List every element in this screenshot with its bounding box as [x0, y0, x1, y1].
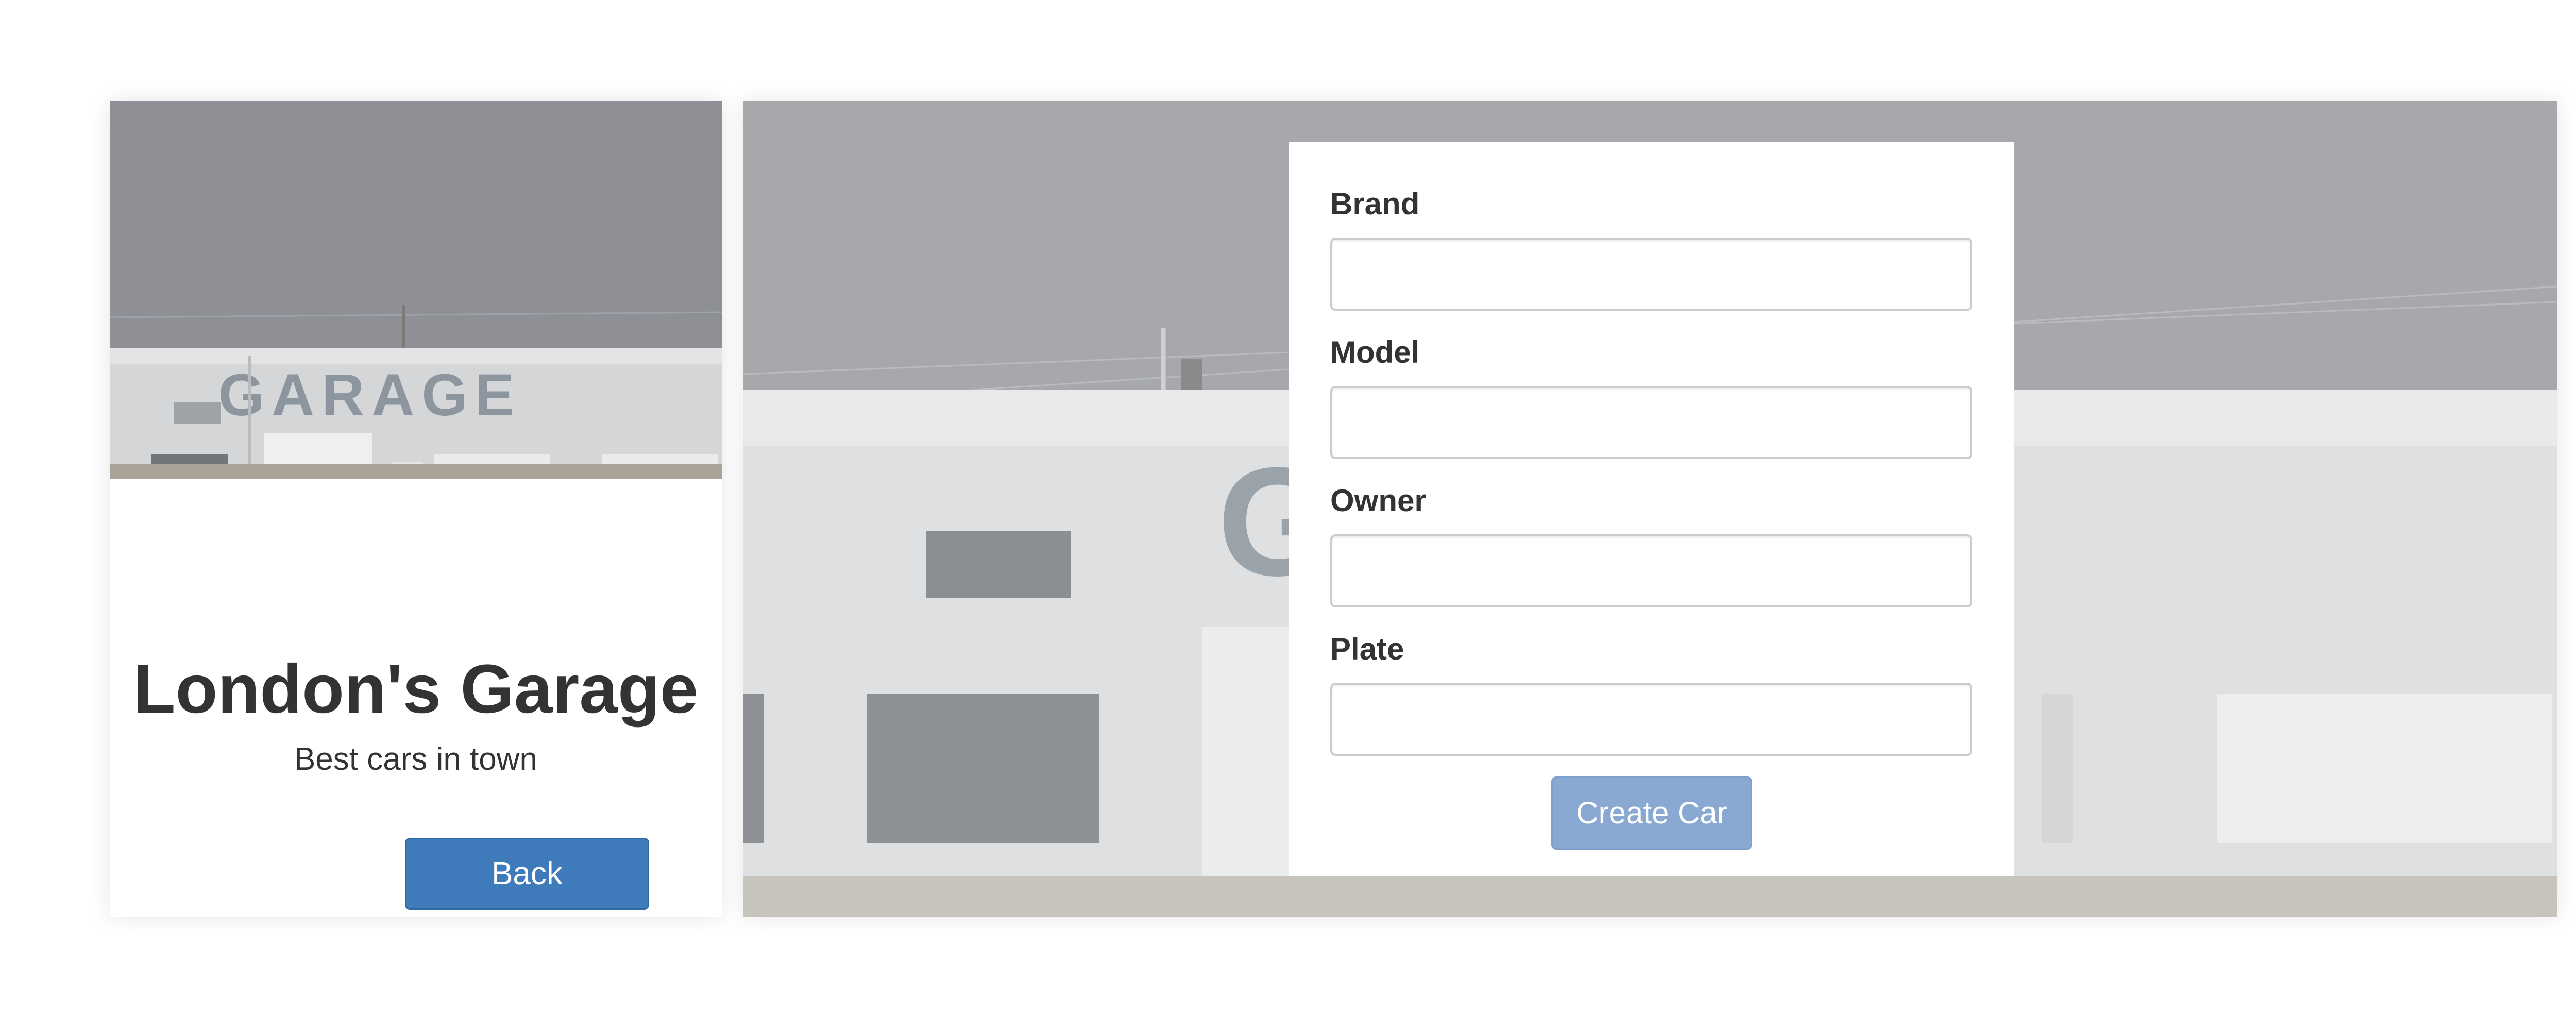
model-input[interactable] — [1330, 386, 1972, 459]
back-button[interactable]: Back — [405, 838, 649, 910]
garage-info-card: GARAGE London's Garage Best cars in town… — [110, 101, 722, 917]
owner-label: Owner — [1330, 483, 1427, 518]
brand-input[interactable] — [1330, 238, 1972, 311]
garage-sign-text: GARAGE — [218, 362, 522, 428]
create-car-panel: G Brand Model Owner Plate Create Car — [743, 101, 2557, 917]
brand-label: Brand — [1330, 187, 1420, 221]
plate-input[interactable] — [1330, 683, 1972, 756]
garage-tagline: Best cars in town — [294, 741, 538, 777]
model-label: Model — [1330, 335, 1420, 369]
create-car-form: Brand Model Owner Plate Create Car — [1289, 142, 2014, 876]
owner-input[interactable] — [1330, 534, 1972, 607]
create-car-button[interactable]: Create Car — [1551, 776, 1752, 850]
garage-title: London's Garage — [133, 651, 699, 728]
garage-photo: GARAGE — [110, 101, 722, 479]
plate-label: Plate — [1330, 632, 1404, 666]
